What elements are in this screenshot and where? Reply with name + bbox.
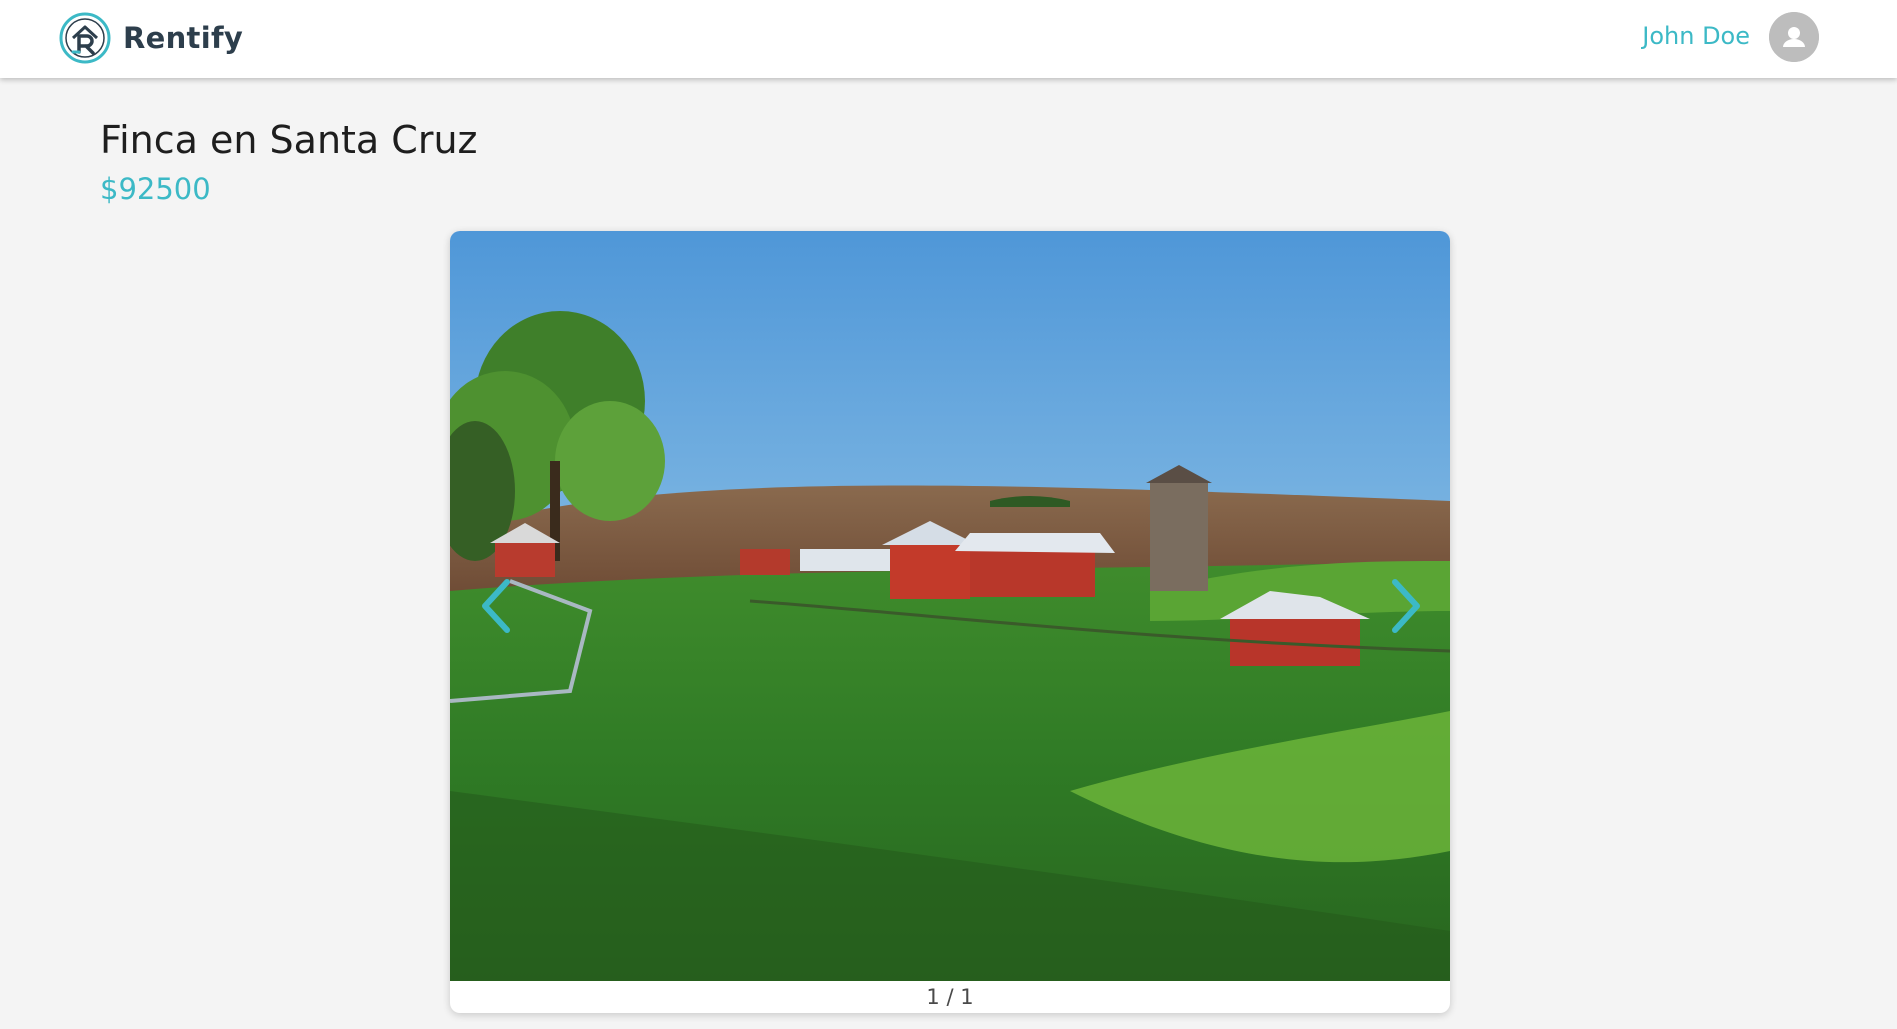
image-counter: 1 / 1 [926,985,974,1009]
chevron-left-icon [482,579,510,633]
brand-name: Rentify [123,21,244,55]
listing-photo [450,231,1450,981]
user-avatar-icon [1769,12,1819,62]
rentify-logo-icon [59,12,111,64]
listing-title: Finca en Santa Cruz [100,118,478,162]
user-name-link[interactable]: John Doe [1642,22,1750,50]
navbar: Rentify John Doe [0,0,1897,78]
listing-price: $92500 [100,172,211,206]
image-carousel: 1 / 1 [450,231,1450,1013]
avatar-button[interactable] [1769,12,1819,62]
brand-link[interactable]: Rentify [59,12,243,64]
chevron-right-icon [1392,579,1420,633]
next-image-button[interactable] [1380,571,1432,641]
previous-image-button[interactable] [470,571,522,641]
